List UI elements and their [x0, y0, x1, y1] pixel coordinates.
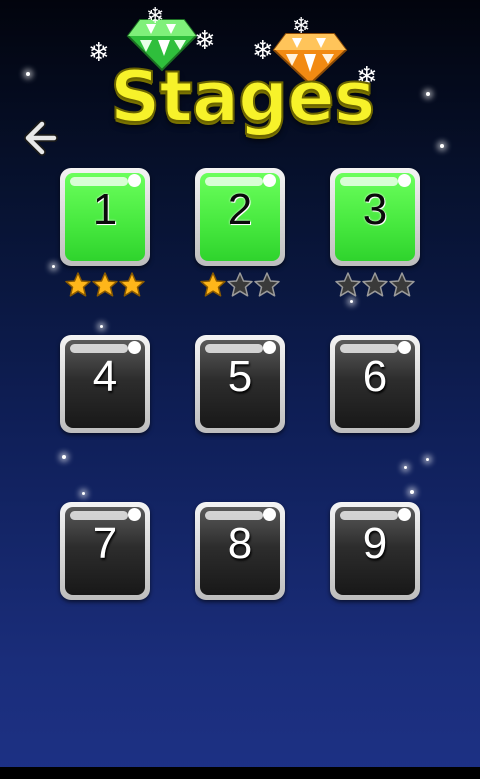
- stage-5-button[interactable]: 5: [195, 335, 285, 433]
- stage-9-button[interactable]: 9: [330, 502, 420, 600]
- bottom-bar: [0, 767, 480, 779]
- stage-number: 8: [227, 519, 253, 568]
- tile-shine-dot: [398, 341, 411, 354]
- sparkle: [100, 325, 103, 328]
- stage-number: 3: [362, 185, 388, 234]
- stage-6-button[interactable]: 6: [330, 335, 420, 433]
- tile-shine-dot: [128, 341, 141, 354]
- stage-3-button[interactable]: 3: [330, 168, 420, 266]
- stage-number: 1: [92, 185, 118, 234]
- stage-1-stars: [65, 272, 155, 300]
- stage-4-button[interactable]: 4: [60, 335, 150, 433]
- sparkle: [62, 455, 66, 459]
- star-empty-icon: [389, 272, 415, 297]
- tile-shine-dot: [398, 174, 411, 187]
- star-empty-icon: [227, 272, 253, 297]
- sparkle: [426, 92, 430, 96]
- star-empty-icon: [254, 272, 280, 297]
- star-filled-icon: [65, 272, 91, 297]
- stage-number: 4: [92, 352, 118, 401]
- sparkle: [350, 300, 353, 303]
- star-empty-icon: [362, 272, 388, 297]
- tile-shine-dot: [398, 508, 411, 521]
- sparkle: [426, 458, 429, 461]
- tile-shine-dot: [263, 174, 276, 187]
- stage-number: 5: [227, 352, 253, 401]
- stage-number: 6: [362, 352, 388, 401]
- tile-shine-dot: [263, 341, 276, 354]
- stage-3-stars: [335, 272, 425, 300]
- stage-number: 2: [227, 185, 253, 234]
- star-filled-icon: [119, 272, 145, 297]
- star-empty-icon: [335, 272, 361, 297]
- sparkle: [410, 490, 414, 494]
- stage-number: 9: [362, 519, 388, 568]
- stage-number: 7: [92, 519, 118, 568]
- stage-7-button[interactable]: 7: [60, 502, 150, 600]
- tile-shine-dot: [128, 174, 141, 187]
- tile-shine-dot: [263, 508, 276, 521]
- sparkle: [26, 72, 30, 76]
- tile-shine-dot: [128, 508, 141, 521]
- stage-8-button[interactable]: 8: [195, 502, 285, 600]
- snowflake-icon: ❄: [146, 4, 165, 29]
- snowflake-icon: ❄: [88, 38, 110, 68]
- sparkle: [404, 466, 407, 469]
- sparkle: [82, 492, 85, 495]
- star-filled-icon: [92, 272, 118, 297]
- back-button[interactable]: [20, 118, 60, 158]
- sparkle: [440, 144, 444, 148]
- star-filled-icon: [200, 272, 226, 297]
- back-arrow-icon: [24, 120, 58, 156]
- stages-title: Stages: [109, 56, 376, 138]
- stage-1-button[interactable]: 1: [60, 168, 150, 266]
- sparkle: [52, 265, 55, 268]
- snowflake-icon: ❄: [194, 26, 216, 56]
- snowflake-icon: ❄: [292, 14, 311, 39]
- stage-2-stars: [200, 272, 290, 300]
- stage-2-button[interactable]: 2: [195, 168, 285, 266]
